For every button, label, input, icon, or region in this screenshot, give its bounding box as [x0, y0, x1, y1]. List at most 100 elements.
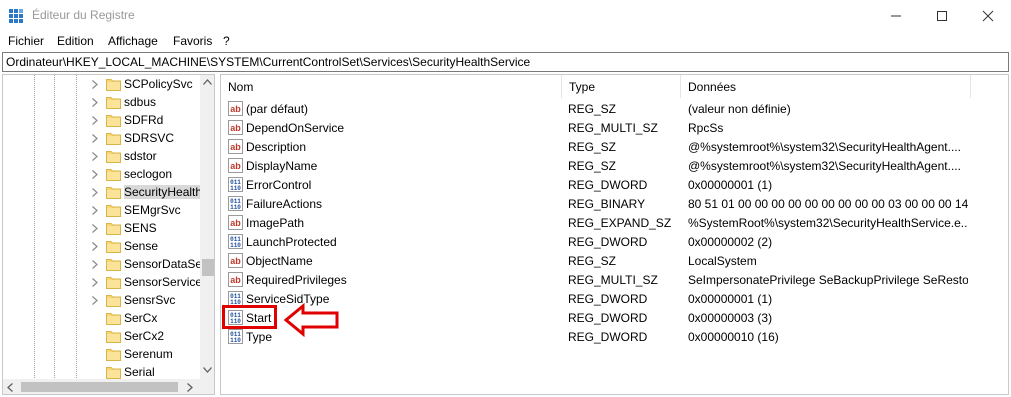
- title-bar: Éditeur du Registre: [0, 0, 1011, 32]
- value-type: REG_SZ: [568, 254, 617, 268]
- tree-item[interactable]: Serenum: [3, 345, 203, 363]
- menu-help[interactable]: ?: [223, 34, 230, 48]
- tree-item-label: Serenum: [124, 347, 173, 361]
- binary-value-icon: 011110: [228, 291, 243, 306]
- column-header-name[interactable]: Nom: [221, 75, 562, 98]
- tree-vscroll-thumb[interactable]: [202, 259, 214, 276]
- chevron-right-icon[interactable]: [92, 278, 98, 287]
- value-name: (par défaut): [246, 102, 309, 116]
- scroll-left-icon[interactable]: [7, 383, 13, 392]
- menu-edition[interactable]: Edition: [57, 34, 94, 48]
- tree-item[interactable]: SENS: [3, 219, 203, 237]
- address-bar[interactable]: Ordinateur\HKEY_LOCAL_MACHINE\SYSTEM\Cur…: [2, 52, 1009, 72]
- tree-hscroll-thumb[interactable]: [21, 382, 178, 392]
- value-type: REG_MULTI_SZ: [568, 121, 658, 135]
- chevron-right-icon[interactable]: [92, 242, 98, 251]
- chevron-right-icon[interactable]: [92, 152, 98, 161]
- scroll-up-icon[interactable]: [203, 79, 212, 85]
- value-name: DisplayName: [246, 159, 318, 173]
- tree-item[interactable]: sdbus: [3, 93, 203, 111]
- value-data: SeImpersonatePrivilege SeBackupPrivilege…: [688, 273, 968, 287]
- value-type: REG_SZ: [568, 140, 617, 154]
- scroll-right-icon[interactable]: [187, 383, 193, 392]
- folder-icon: [106, 187, 121, 199]
- value-row[interactable]: ab DisplayName REG_SZ @%systemroot%\system3…: [221, 156, 971, 175]
- tree-item-label: Sense: [124, 239, 159, 253]
- value-row[interactable]: ab RequiredPrivileges REG_MULTI_SZ SeImpers…: [221, 270, 971, 289]
- maximize-icon: [937, 11, 947, 21]
- tree-item-label: seclogon: [124, 167, 173, 181]
- list-vertical-scrollbar[interactable]: [992, 75, 1008, 394]
- scroll-down-icon[interactable]: [203, 367, 212, 373]
- tree-item[interactable]: SensorDataSer: [3, 255, 203, 273]
- svg-text:110: 110: [230, 242, 241, 249]
- chevron-right-icon[interactable]: [92, 206, 98, 215]
- tree-item[interactable]: sdstor: [3, 147, 203, 165]
- folder-icon: [106, 115, 121, 127]
- tree-item[interactable]: SDFRd: [3, 111, 203, 129]
- value-data: (valeur non définie): [688, 102, 791, 116]
- tree-item-label: SensorService: [124, 275, 203, 289]
- svg-text:ab: ab: [230, 123, 241, 133]
- column-type-label: Type: [569, 80, 596, 94]
- value-row[interactable]: ab Description REG_SZ @%systemroot%\system3…: [221, 137, 971, 156]
- chevron-right-icon[interactable]: [92, 134, 98, 143]
- tree-item[interactable]: SEMgrSvc: [3, 201, 203, 219]
- chevron-right-icon[interactable]: [92, 170, 98, 179]
- value-row[interactable]: ab ImagePath REG_EXPAND_SZ %SystemRoot%\sys…: [221, 213, 971, 232]
- minimize-button[interactable]: [873, 0, 919, 32]
- chevron-right-icon[interactable]: [92, 188, 98, 197]
- tree-item[interactable]: SCPolicySvc: [3, 75, 203, 93]
- menu-fichier[interactable]: Fichier: [8, 34, 44, 48]
- values-list[interactable]: Nom Type Données ab (par défaut) REG_SZ (va…: [220, 74, 1009, 395]
- column-header-type[interactable]: Type: [562, 75, 681, 98]
- column-header-data[interactable]: Données: [681, 75, 971, 98]
- value-name: DependOnService: [246, 121, 345, 135]
- menu-affichage[interactable]: Affichage: [108, 34, 158, 48]
- tree-item[interactable]: Sense: [3, 237, 203, 255]
- tree-item[interactable]: SerCx: [3, 309, 203, 327]
- folder-icon: [106, 367, 121, 379]
- tree-horizontal-scrollbar[interactable]: [3, 379, 200, 394]
- value-type: REG_SZ: [568, 159, 617, 173]
- value-row[interactable]: 011 110 LaunchProtected REG_DWORD 0x00000002…: [221, 232, 971, 251]
- tree-item[interactable]: SensorService: [3, 273, 203, 291]
- key-tree[interactable]: SCPolicySvc sdbus SDFRd SDRSVC sdstor seclogo…: [2, 74, 215, 395]
- close-button[interactable]: [965, 0, 1011, 32]
- svg-text:ab: ab: [230, 256, 241, 266]
- tree-item[interactable]: SecurityHealth: [3, 183, 203, 201]
- value-type: REG_MULTI_SZ: [568, 273, 658, 287]
- value-type: REG_DWORD: [568, 330, 648, 344]
- value-data: LocalSystem: [688, 254, 757, 268]
- tree-item[interactable]: SerCx2: [3, 327, 203, 345]
- tree-vertical-scrollbar[interactable]: [200, 75, 214, 380]
- value-row[interactable]: ab (par défaut) REG_SZ (valeur non définie): [221, 99, 971, 118]
- tree-item[interactable]: seclogon: [3, 165, 203, 183]
- chevron-right-icon[interactable]: [92, 296, 98, 305]
- chevron-right-icon[interactable]: [92, 98, 98, 107]
- menu-favoris[interactable]: Favoris: [173, 34, 212, 48]
- tree-item[interactable]: SDRSVC: [3, 129, 203, 147]
- binary-value-icon: 011110: [228, 234, 243, 249]
- value-type: REG_DWORD: [568, 235, 648, 249]
- value-row[interactable]: ab ObjectName REG_SZ LocalSystem: [221, 251, 971, 270]
- value-data: 0x00000010 (16): [688, 330, 779, 344]
- binary-value-icon: 011110: [228, 177, 243, 192]
- registry-editor-icon: [9, 9, 23, 23]
- maximize-button[interactable]: [919, 0, 965, 32]
- value-row[interactable]: ab DependOnService REG_MULTI_SZ RpcSs: [221, 118, 971, 137]
- address-path: Ordinateur\HKEY_LOCAL_MACHINE\SYSTEM\Cur…: [6, 55, 531, 69]
- chevron-right-icon[interactable]: [92, 224, 98, 233]
- value-row[interactable]: 011 110 FailureActions REG_BINARY 80 51 01 0…: [221, 194, 971, 213]
- value-name: RequiredPrivileges: [246, 273, 347, 287]
- chevron-right-icon[interactable]: [92, 260, 98, 269]
- svg-text:110: 110: [230, 185, 241, 192]
- svg-text:ab: ab: [230, 218, 241, 228]
- chevron-right-icon[interactable]: [92, 116, 98, 125]
- chevron-right-icon[interactable]: [92, 80, 98, 89]
- folder-icon: [106, 349, 121, 361]
- tree-item[interactable]: SensrSvc: [3, 291, 203, 309]
- svg-text:110: 110: [230, 337, 241, 344]
- folder-icon: [106, 133, 121, 145]
- value-row[interactable]: 011 110 ErrorControl REG_DWORD 0x00000001 (1…: [221, 175, 971, 194]
